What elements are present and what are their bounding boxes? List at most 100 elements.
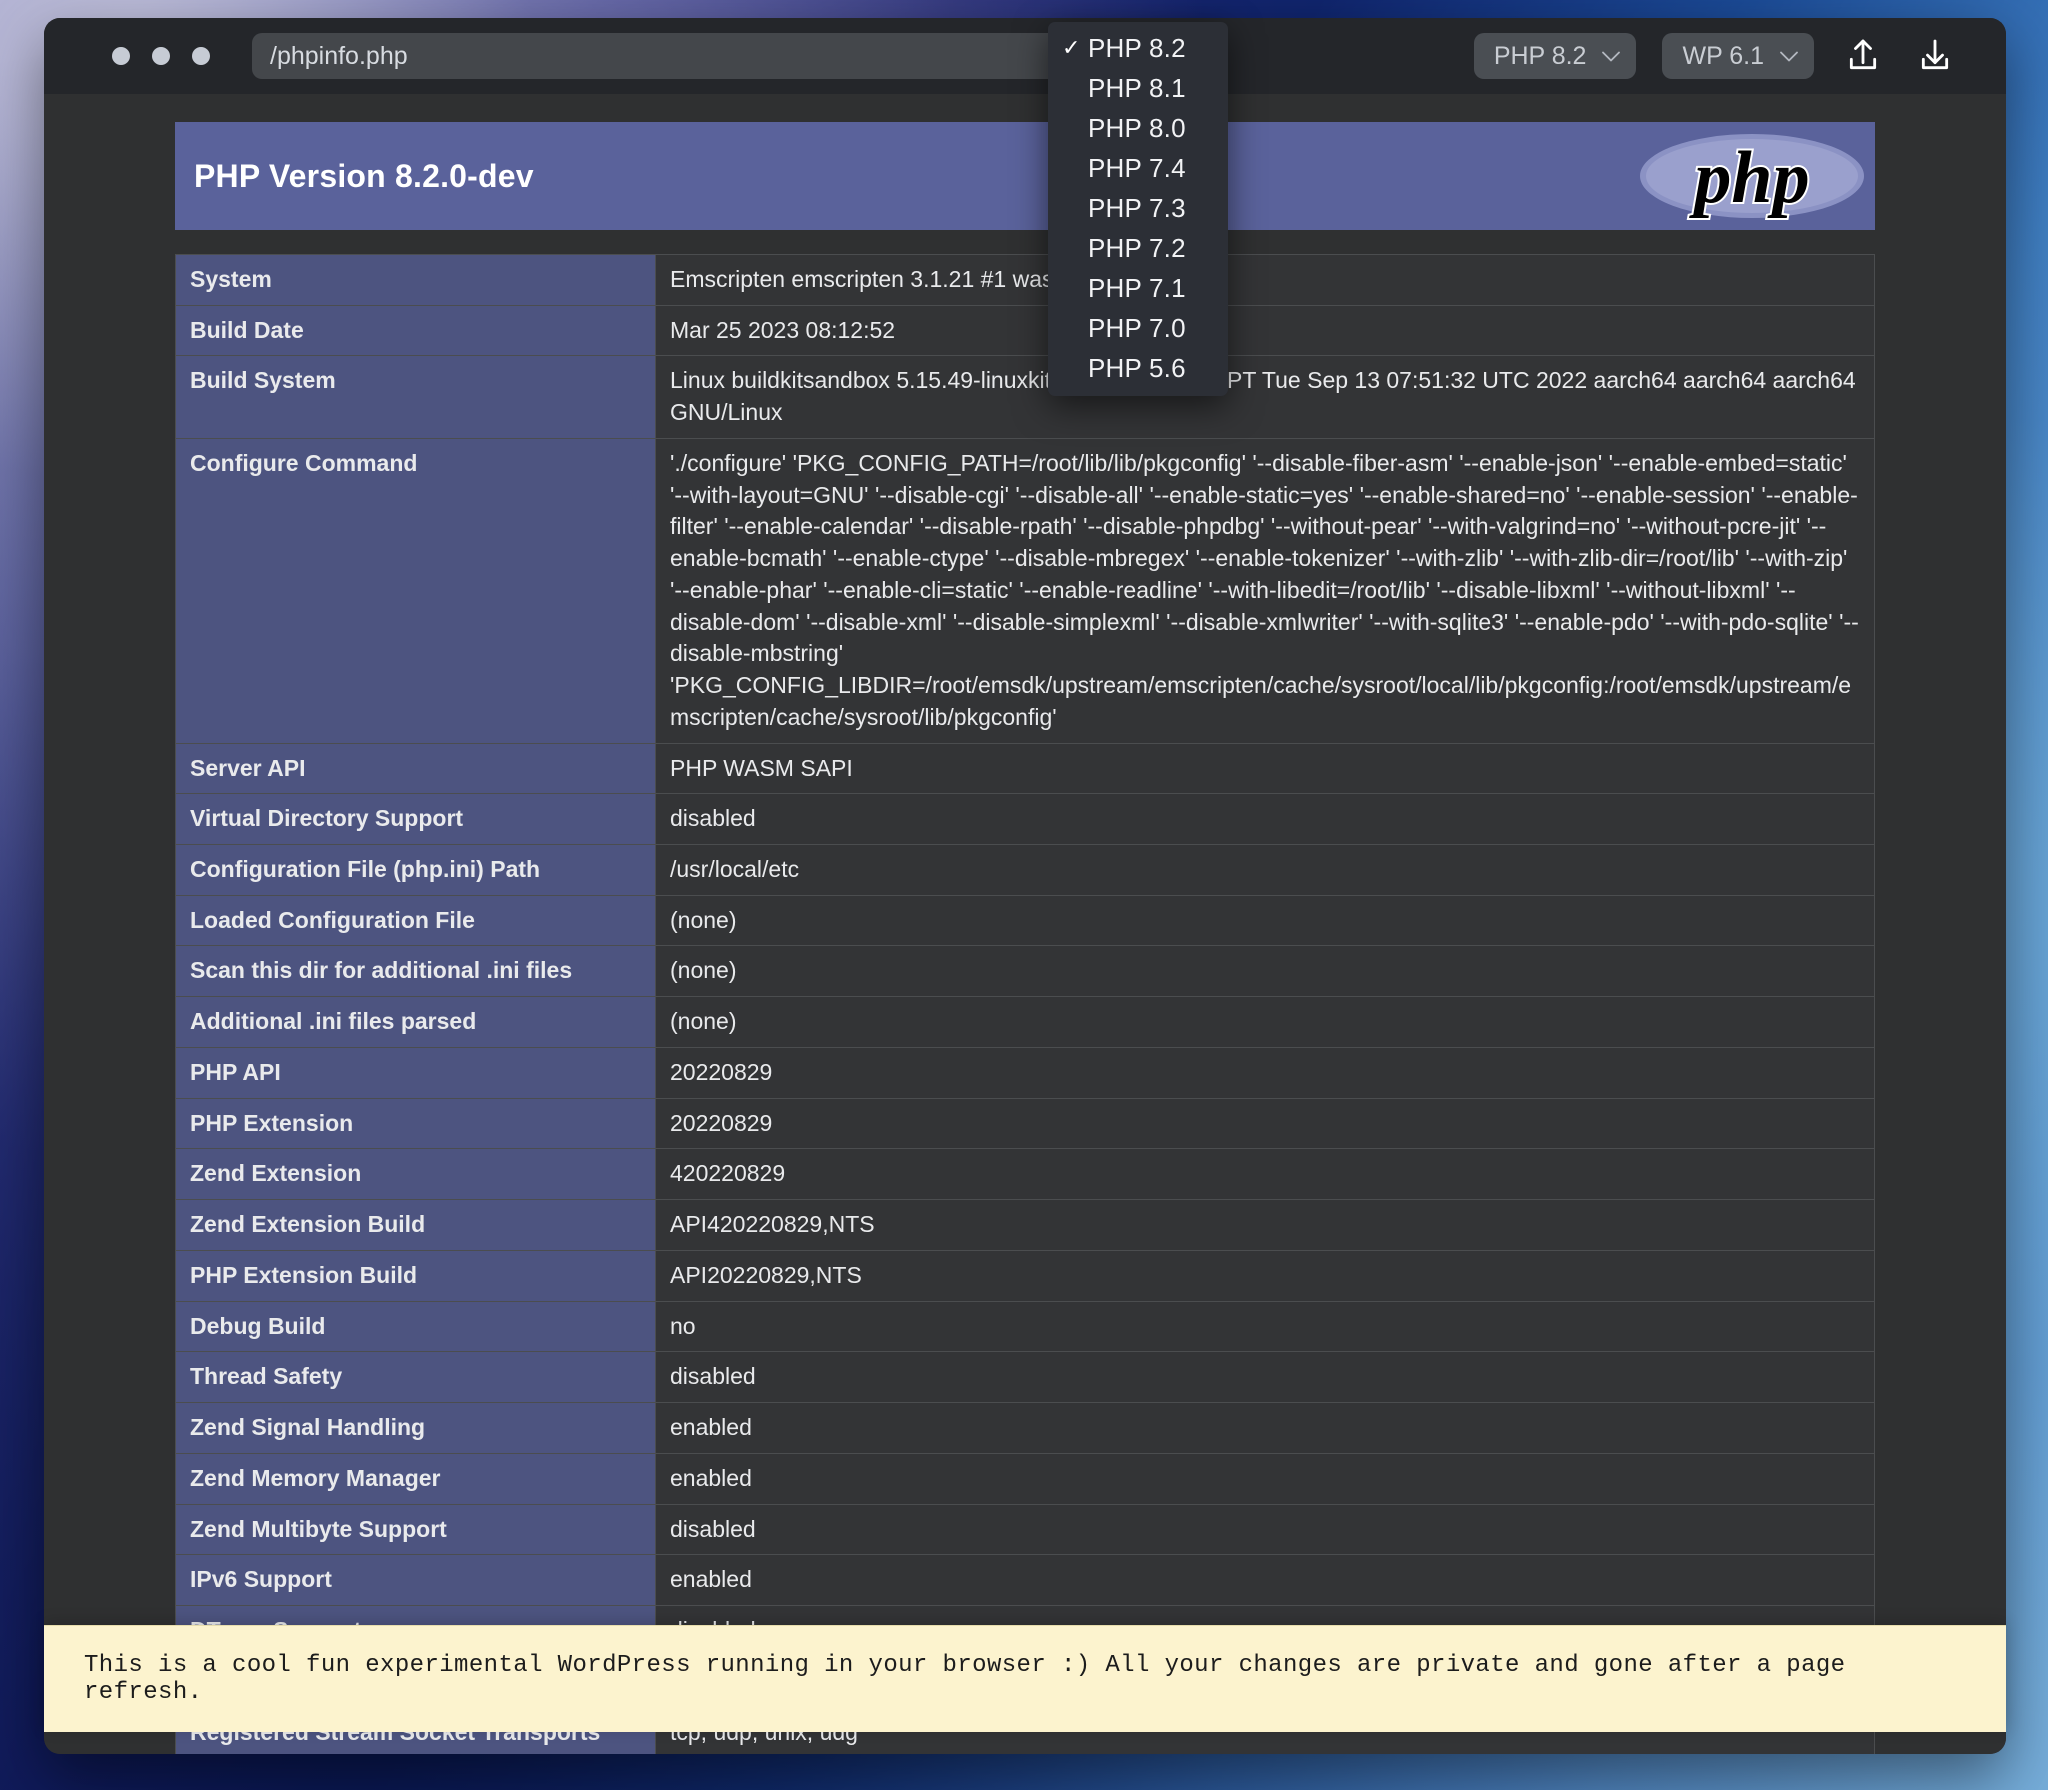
dropdown-item-label: PHP 7.3 bbox=[1088, 192, 1186, 223]
php-logo-icon: php bbox=[1634, 126, 1870, 226]
phpinfo-header: PHP Version 8.2.0-dev php bbox=[175, 122, 1875, 230]
row-value: enabled bbox=[655, 1554, 1875, 1607]
row-key: Zend Multibyte Support bbox=[175, 1503, 656, 1556]
dropdown-item-php-5-6[interactable]: PHP 5.6 bbox=[1048, 348, 1228, 388]
row-value: enabled bbox=[655, 1452, 1875, 1505]
wp-version-label: WP 6.1 bbox=[1682, 41, 1764, 70]
table-row: Additional .ini files parsed (none) bbox=[175, 996, 1875, 1048]
table-row: Zend Signal Handling enabled bbox=[175, 1402, 1875, 1454]
row-key: Loaded Configuration File bbox=[175, 894, 656, 947]
php-version-label: PHP 8.2 bbox=[1493, 41, 1587, 70]
phpinfo-table: System Emscripten emscripten 3.1.21 #1 wa… bbox=[175, 254, 1875, 1754]
table-row: Configuration File (php.ini) Path/usr/lo… bbox=[175, 844, 1875, 896]
row-value: (none) bbox=[655, 996, 1875, 1048]
dropdown-item-php-7-4[interactable]: PHP 7.4 bbox=[1048, 148, 1228, 188]
dropdown-item-label: PHP 7.1 bbox=[1088, 272, 1186, 303]
minimize-button[interactable] bbox=[152, 47, 170, 65]
row-value: './configure' 'PKG_CONFIG_PATH=/root/lib… bbox=[655, 437, 1875, 744]
row-key: Additional .ini files parsed bbox=[175, 996, 656, 1048]
address-bar[interactable]: /phpinfo.php bbox=[252, 33, 1162, 79]
table-row: PHP Extension Build API20220829,NTS bbox=[175, 1249, 1875, 1302]
row-value: /usr/local/etc bbox=[655, 844, 1875, 896]
chevron-down-icon bbox=[1602, 48, 1621, 65]
row-value: Mar 25 2023 08:12:52 bbox=[655, 304, 1875, 357]
dropdown-item-php-7-1[interactable]: PHP 7.1 bbox=[1048, 268, 1228, 308]
close-button[interactable] bbox=[112, 47, 130, 65]
dropdown-item-label: PHP 7.2 bbox=[1088, 232, 1186, 263]
row-value: Emscripten emscripten 3.1.21 #1 wasm32 bbox=[655, 254, 1875, 306]
table-row: Loaded Configuration File (none) bbox=[175, 894, 1875, 947]
row-key: Configuration File (php.ini) Path bbox=[175, 844, 656, 896]
upload-icon[interactable] bbox=[1840, 33, 1886, 79]
php-version-dropdown-menu[interactable]: ✓ PHP 8.2 PHP 8.1 PHP 8.0 PHP 7.4 PHP 7.… bbox=[1048, 22, 1228, 396]
window-controls bbox=[112, 47, 210, 65]
browser-window: /phpinfo.php PHP 8.2 WP 6.1 PHP Version … bbox=[44, 18, 2006, 1754]
table-row: Virtual Directory Support disabled bbox=[175, 793, 1875, 846]
row-value: 20220829 bbox=[655, 1097, 1875, 1150]
row-key: Virtual Directory Support bbox=[175, 793, 656, 846]
dropdown-item-php-7-0[interactable]: PHP 7.0 bbox=[1048, 308, 1228, 348]
dropdown-item-php-8-2[interactable]: ✓ PHP 8.2 bbox=[1048, 28, 1228, 68]
window-titlebar: /phpinfo.php PHP 8.2 WP 6.1 bbox=[44, 18, 2006, 94]
row-value: disabled bbox=[655, 1351, 1875, 1404]
table-row: PHP API 20220829 bbox=[175, 1046, 1875, 1099]
dropdown-item-label: PHP 7.0 bbox=[1088, 312, 1186, 343]
row-key: Debug Build bbox=[175, 1300, 656, 1353]
row-key: Build System bbox=[175, 355, 656, 439]
dropdown-item-label: PHP 7.4 bbox=[1088, 152, 1186, 183]
row-value: disabled bbox=[655, 793, 1875, 846]
experimental-notice-bar: This is a cool fun experimental WordPres… bbox=[44, 1625, 2006, 1732]
table-row: Zend Memory Manager enabled bbox=[175, 1452, 1875, 1505]
address-input[interactable]: /phpinfo.php bbox=[270, 42, 408, 71]
row-key: Server API bbox=[175, 742, 656, 795]
table-row: Build Date Mar 25 2023 08:12:52 bbox=[175, 304, 1875, 357]
table-row: Zend Extension 420220829 bbox=[175, 1148, 1875, 1201]
table-row: IPv6 Support enabled bbox=[175, 1554, 1875, 1607]
row-key: Zend Extension Build bbox=[175, 1199, 656, 1251]
row-key: Scan this dir for additional .ini files bbox=[175, 945, 656, 998]
table-row: System Emscripten emscripten 3.1.21 #1 wa… bbox=[175, 254, 1875, 306]
row-value: enabled bbox=[655, 1402, 1875, 1454]
dropdown-item-label: PHP 8.1 bbox=[1088, 72, 1186, 103]
page-title: PHP Version 8.2.0-dev bbox=[194, 157, 534, 194]
dropdown-item-php-8-1[interactable]: PHP 8.1 bbox=[1048, 68, 1228, 108]
row-value: PHP WASM SAPI bbox=[655, 742, 1875, 795]
row-key: PHP Extension Build bbox=[175, 1249, 656, 1302]
toolbar-right: PHP 8.2 WP 6.1 bbox=[1473, 33, 1980, 79]
php-version-selector[interactable]: PHP 8.2 bbox=[1473, 33, 1637, 79]
row-key: Build Date bbox=[175, 304, 656, 357]
row-key: PHP API bbox=[175, 1046, 656, 1099]
table-row: Thread Safety disabled bbox=[175, 1351, 1875, 1404]
table-row: Debug Build no bbox=[175, 1300, 1875, 1353]
page-content: PHP Version 8.2.0-dev php System Emscript… bbox=[44, 94, 2006, 1754]
table-row: Zend Extension Build API420220829,NTS bbox=[175, 1199, 1875, 1251]
download-icon[interactable] bbox=[1912, 33, 1958, 79]
table-row: Build System Linux buildkitsandbox 5.15.4… bbox=[175, 355, 1875, 439]
wp-version-selector[interactable]: WP 6.1 bbox=[1662, 33, 1814, 79]
row-value: disabled bbox=[655, 1503, 1875, 1556]
dropdown-item-label: PHP 8.0 bbox=[1088, 112, 1186, 143]
row-value: (none) bbox=[655, 894, 1875, 947]
table-row: Zend Multibyte Support disabled bbox=[175, 1503, 1875, 1556]
table-row: Configure Command './configure' 'PKG_CONF… bbox=[175, 437, 1875, 744]
row-value: API20220829,NTS bbox=[655, 1249, 1875, 1302]
dropdown-item-label: PHP 8.2 bbox=[1088, 32, 1186, 63]
phpinfo-table-body: System Emscripten emscripten 3.1.21 #1 wa… bbox=[175, 254, 1875, 1754]
row-key: Configure Command bbox=[175, 437, 656, 744]
notice-text: This is a cool fun experimental WordPres… bbox=[84, 1652, 1846, 1706]
row-value: API420220829,NTS bbox=[655, 1199, 1875, 1251]
chevron-down-icon bbox=[1780, 48, 1798, 65]
row-value: 20220829 bbox=[655, 1046, 1875, 1099]
dropdown-item-label: PHP 5.6 bbox=[1088, 352, 1186, 383]
row-key: IPv6 Support bbox=[175, 1554, 656, 1607]
dropdown-item-php-7-3[interactable]: PHP 7.3 bbox=[1048, 188, 1228, 228]
row-key: Zend Extension bbox=[175, 1148, 656, 1201]
table-row: PHP Extension 20220829 bbox=[175, 1097, 1875, 1150]
row-value: no bbox=[655, 1300, 1875, 1353]
dropdown-item-php-8-0[interactable]: PHP 8.0 bbox=[1048, 108, 1228, 148]
zoom-button[interactable] bbox=[192, 47, 210, 65]
phpinfo-container: PHP Version 8.2.0-dev php System Emscript… bbox=[175, 122, 1875, 1754]
row-key: System bbox=[175, 254, 656, 306]
dropdown-item-php-7-2[interactable]: PHP 7.2 bbox=[1048, 228, 1228, 268]
row-value: Linux buildkitsandbox 5.15.49-linuxkit #… bbox=[655, 355, 1875, 439]
